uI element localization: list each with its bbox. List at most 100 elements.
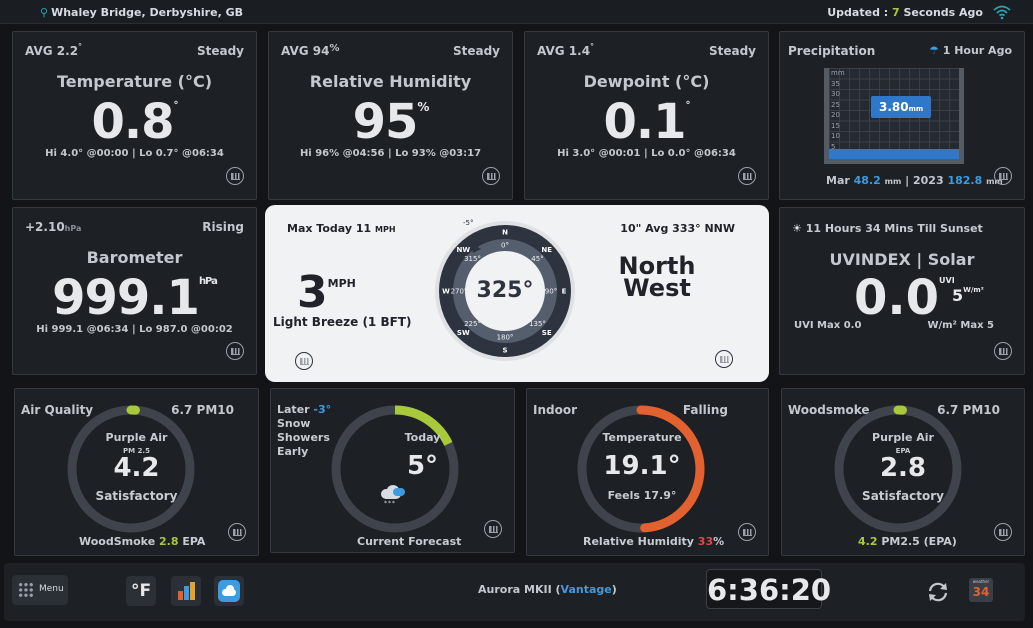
humidity-trend: Steady (452, 44, 500, 58)
location[interactable]: ⚲ Whaley Bridge, Derbyshire, GB (40, 6, 243, 19)
dewpoint-title: Dewpoint (°C) (583, 72, 710, 91)
wind-compass: N NE E SE S SW W NW 0° 45° 90° 135° 180° 225° 270° 315… (435, 219, 575, 361)
humidity-title: Relative Humidity (309, 72, 472, 91)
gauge-scale-tick: 15 (831, 121, 840, 130)
wind-average: 10" Avg 333° NNW (620, 222, 735, 235)
wind-speed: 3MPH (297, 267, 356, 318)
indoor-label: Temperature (602, 431, 682, 444)
compass-degree-label: 90° (545, 288, 557, 296)
compass-degree-label: 180° (497, 334, 514, 342)
history-chart-icon[interactable] (994, 342, 1012, 360)
humidity-card[interactable]: AVG 94% Steady Relative Humidity 95% Hi … (268, 31, 513, 200)
wind-card[interactable]: Max Today 11 MPH 10" Avg 333° NNW 3MPH L… (265, 205, 769, 382)
woodsmoke-footer: 4.2 PM2.5 (EPA) (858, 535, 957, 548)
barometer-hilo: Hi 999.1 @06:34 | Lo 987.0 @00:02 (36, 324, 233, 335)
woodsmoke-source: Purple Air (872, 431, 934, 444)
temperature-hilo: Hi 4.0° @00:00 | Lo 0.7° @06:34 (45, 148, 224, 159)
uv-solar-card[interactable]: ☀ 11 Hours 34 Mins Till Sunset UVINDEX |… (779, 207, 1025, 375)
humidity-hilo: Hi 96% @04:56 | Lo 93% @03:17 (299, 148, 482, 159)
indoor-value: 19.1° (603, 451, 681, 481)
umbrella-icon: ☂ (929, 44, 939, 57)
temperature-average: AVG 2.2° (25, 42, 83, 58)
wifi-icon[interactable] (993, 4, 1011, 20)
gauge-scale: mm 35 30 25 20 15 10 5 (831, 68, 845, 152)
temperature-value: 0.8° (91, 94, 178, 150)
sun-icon: ☀ (792, 222, 802, 235)
compass-point-ne: NE (541, 246, 552, 254)
refresh-icon[interactable] (926, 580, 950, 604)
rain-gauge: mm 35 30 25 20 15 10 5 3.80mm (824, 68, 964, 164)
history-chart-icon[interactable] (226, 342, 244, 360)
dewpoint-card[interactable]: AVG 1.4° Steady Dewpoint (°C) 0.1° Hi 3.… (524, 31, 769, 200)
gauge-scale-tick: 35 (831, 79, 840, 88)
barometer-card[interactable]: +2.10hPa Rising Barometer 999.1hPa Hi 99… (12, 207, 257, 375)
history-chart-icon[interactable] (715, 350, 733, 368)
updated-status: Updated : 7 Seconds Ago (827, 6, 983, 19)
compass-degree-label: 45° (531, 255, 543, 263)
sunset-timer: ☀ 11 Hours 34 Mins Till Sunset (792, 222, 983, 235)
menu-label: Menu (39, 584, 64, 594)
indoor-title: Indoor (533, 403, 578, 417)
wind-direction-words: North West (618, 252, 696, 302)
uv-title: UVINDEX | Solar (829, 250, 975, 269)
history-chart-icon[interactable] (228, 523, 246, 541)
precipitation-card[interactable]: Precipitation ☂ 1 Hour Ago mm 35 30 25 20 15 1… (779, 31, 1025, 200)
barometer-trend: Rising (202, 220, 244, 234)
history-chart-icon[interactable] (738, 523, 756, 541)
cloud-icon (218, 580, 240, 602)
compass-degree-label: 315° (464, 255, 481, 263)
indoor-feels: Feels 17.9° (607, 489, 677, 502)
barometer-value: 999.1hPa (52, 270, 218, 326)
barometer-change: +2.10hPa (25, 220, 82, 234)
gauge-scale-tick: mm (831, 69, 845, 77)
station-name[interactable]: Aurora MKII (Vantage) (478, 583, 617, 596)
woodsmoke-value: 2.8 (879, 453, 927, 483)
gauge-scale-tick: 20 (831, 111, 840, 119)
humidity-average: AVG 94% (281, 43, 340, 58)
wind-gust-offset: -5° (463, 219, 473, 227)
gauge-scale-tick: 30 (831, 90, 840, 98)
menu-button[interactable]: Menu (12, 575, 68, 605)
compass-point-e: E (562, 288, 567, 296)
air-quality-card[interactable]: Air Quality 6.7 PM10 Purple Air PM 2.5 4… (14, 388, 259, 556)
history-chart-icon[interactable] (295, 352, 313, 370)
forecast-card[interactable]: Later -3° Snow Showers Early Today 5° ***… (270, 388, 515, 553)
precipitation-totals: Mar 48.2 mm | 2023 182.8 mm (826, 174, 1003, 187)
solar-value: 5W/m² (952, 286, 984, 305)
clock: 6:36:20 (706, 569, 831, 609)
weather-forecast-button[interactable] (214, 576, 244, 606)
history-chart-icon[interactable] (994, 167, 1012, 185)
updated-prefix: Updated : (827, 6, 893, 19)
calendar-icon[interactable]: weather 34 (969, 578, 993, 602)
top-bar: ⚲ Whaley Bridge, Derbyshire, GB Updated :… (0, 0, 1033, 24)
compass-degree-label: 135° (529, 320, 546, 328)
snow-cloud-icon: *** (379, 485, 407, 507)
forecast-label: Today (404, 431, 441, 444)
location-pin-icon: ⚲ (40, 6, 49, 19)
temperature-card[interactable]: AVG 2.2° Steady Temperature (°C) 0.8° Hi… (12, 31, 257, 200)
history-chart-icon[interactable] (482, 167, 500, 185)
history-chart-icon[interactable] (994, 523, 1012, 541)
indoor-card[interactable]: Indoor Falling Temperature 19.1° Feels 1… (526, 388, 769, 556)
history-chart-icon[interactable] (738, 167, 756, 185)
compass-point-sw: SW (457, 329, 470, 337)
dewpoint-value: 0.1° (603, 94, 690, 150)
indoor-footer: Relative Humidity 33% (583, 535, 725, 548)
unit-toggle-button[interactable]: °F (126, 576, 156, 606)
charts-button[interactable] (171, 576, 201, 606)
gauge-scale-tick: 25 (831, 100, 840, 109)
compass-degree-label: 0° (501, 242, 509, 250)
bottom-bar: Menu °F Aurora MKII (Vantage) 6:36:20 we… (4, 563, 1025, 621)
temperature-title: Temperature (°C) (56, 72, 213, 91)
compass-degree-label: 270° (451, 288, 468, 296)
woodsmoke-card[interactable]: Woodsmoke 6.7 PM10 Purple Air EPA 2.8 Sa… (781, 388, 1025, 556)
history-chart-icon[interactable] (484, 520, 502, 538)
compass-point-s: S (502, 347, 507, 355)
forecast-footer: Current Forecast (357, 535, 462, 548)
compass-degree-label: 225° (464, 320, 481, 328)
precipitation-title: Precipitation (788, 44, 876, 58)
dewpoint-trend: Steady (708, 44, 756, 58)
updated-seconds: 7 (892, 6, 900, 19)
wind-description: Light Breeze (1 BFT) (273, 315, 412, 329)
history-chart-icon[interactable] (226, 167, 244, 185)
